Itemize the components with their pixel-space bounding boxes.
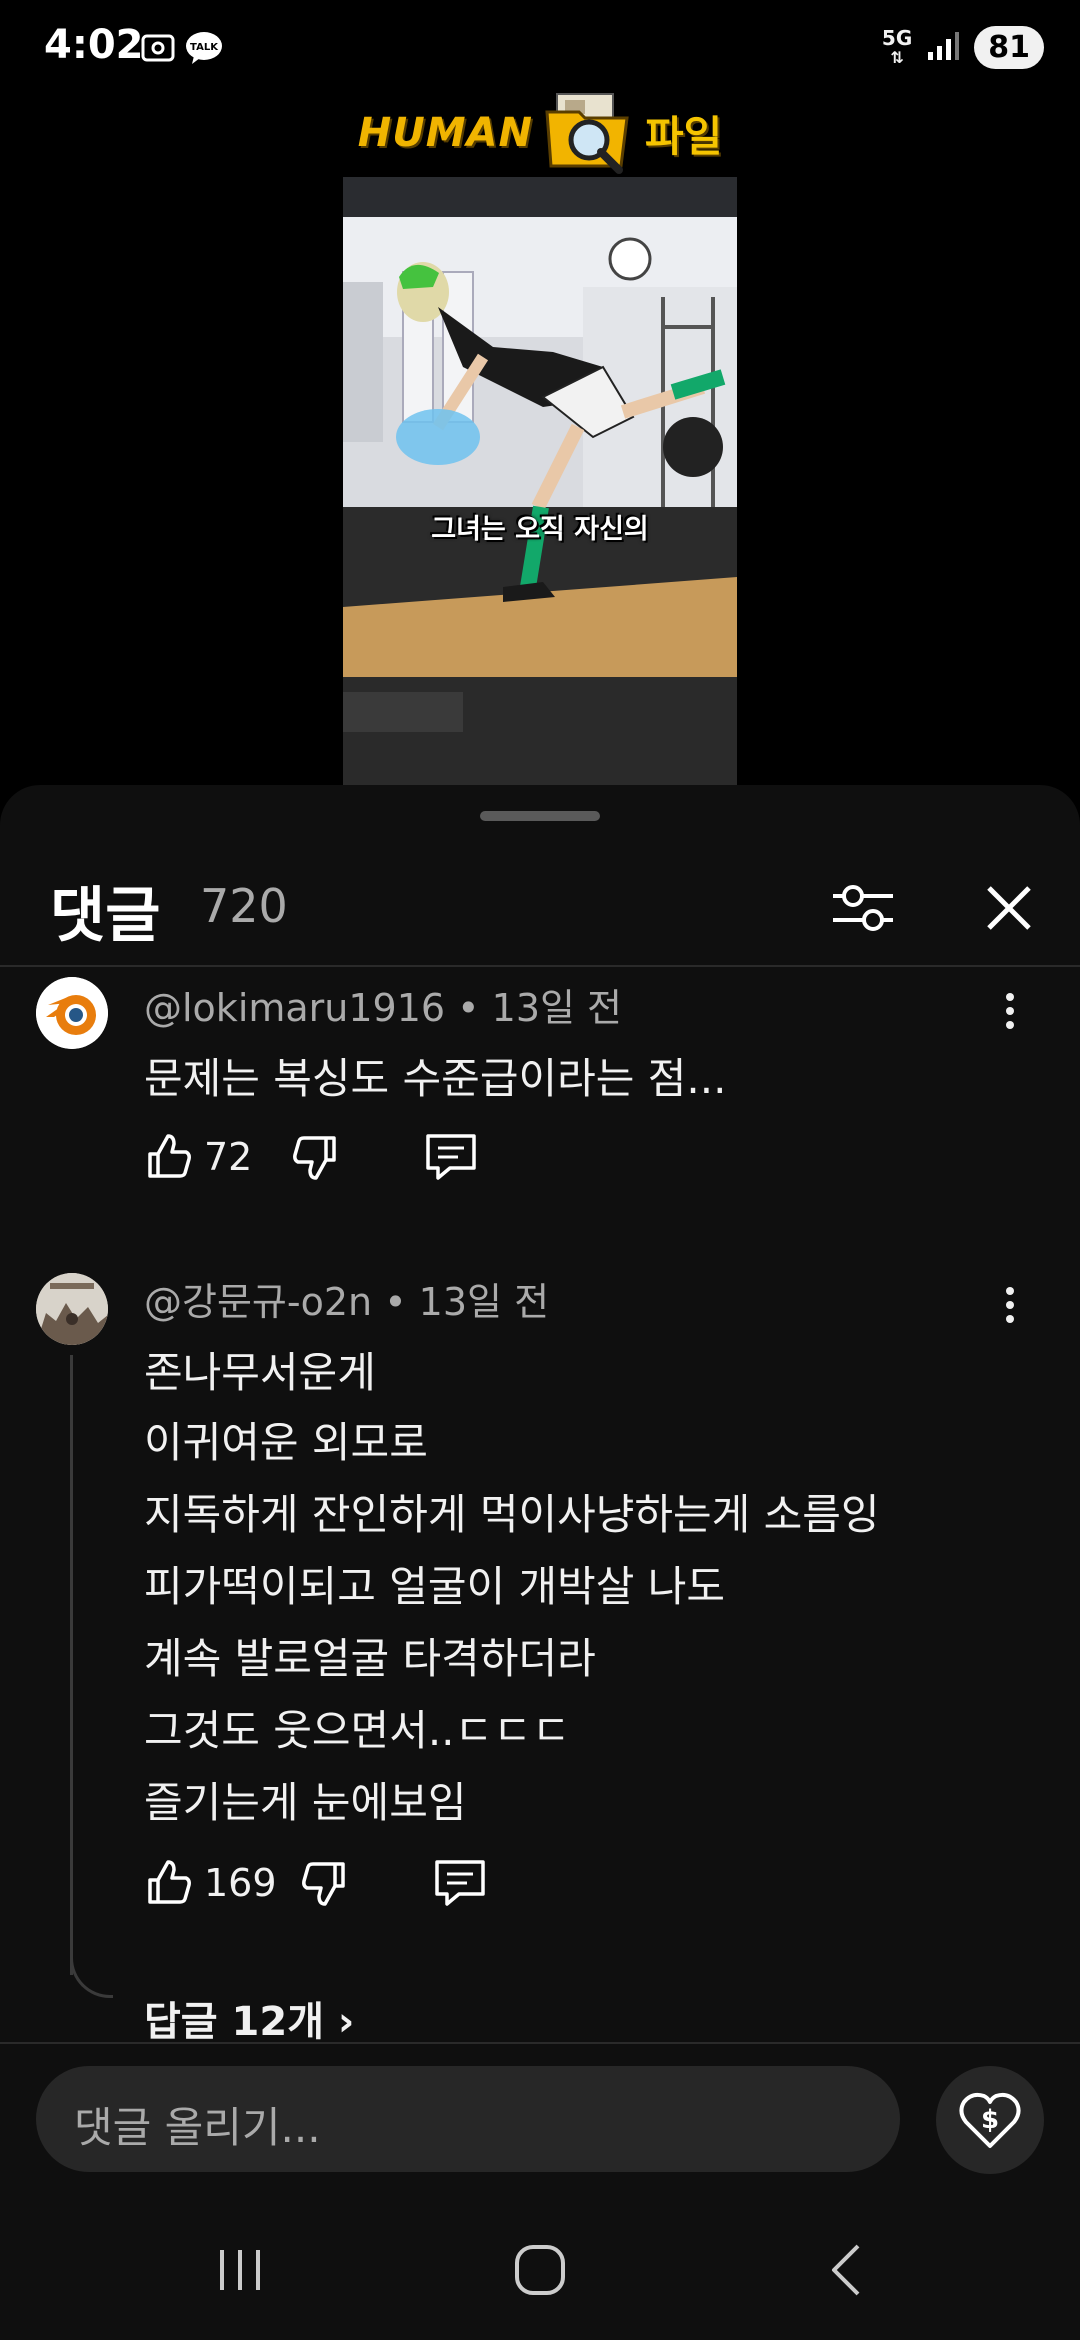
sliders-icon <box>833 885 893 931</box>
comment-item: @lokimaru1916 • 13일 전 문제는 복싱도 수준급이라는 점..… <box>0 967 1080 1267</box>
thread-curve <box>70 1955 113 1998</box>
home-icon <box>515 2245 565 2295</box>
network-5g-icon: 5G ⇅ <box>881 25 913 67</box>
comment-text-line: 문제는 복싱도 수준급이라는 점... <box>144 1054 727 1103</box>
comment-meta: @강문규-o2n • 13일 전 <box>144 1271 549 1326</box>
comments-header: 댓글 720 <box>0 845 1080 967</box>
kakaotalk-icon: TALK <box>184 30 224 70</box>
comment-actions: 72 <box>144 1127 478 1187</box>
comments-sheet: 댓글 720 @lokimaru1916 • 13일 전 문제는 복싱도 수준급… <box>0 785 1080 2340</box>
comment-actions: 169 <box>144 1853 487 1913</box>
comment-time: • 13일 전 <box>445 986 623 1030</box>
comments-list[interactable]: @lokimaru1916 • 13일 전 문제는 복싱도 수준급이라는 점..… <box>0 967 1080 2042</box>
drag-handle[interactable] <box>480 811 600 821</box>
like-count: 169 <box>204 1861 277 1905</box>
comment-composer: 댓글 올리기... $ <box>0 2042 1080 2224</box>
heart-dollar-icon: $ <box>959 2092 1021 2148</box>
svg-text:TALK: TALK <box>190 42 219 53</box>
magnifier-folder-icon <box>543 88 635 178</box>
comment-author[interactable]: @강문규-o2n <box>144 1280 372 1324</box>
video-player[interactable]: 그녀는 오직 자신의 <box>343 177 737 785</box>
comment-item: @강문규-o2n • 13일 전 존나무서운게 이귀여운 외모로 지독하게 잔인… <box>0 1267 1080 2042</box>
comments-count: 720 <box>200 879 288 933</box>
like-count: 72 <box>204 1135 253 1179</box>
comment-text-line: 존나무서운게 <box>144 1348 376 1397</box>
reply-button[interactable] <box>424 1132 478 1182</box>
video-caption: 그녀는 오직 자신의 <box>431 514 649 545</box>
status-right: 5G ⇅ 81 <box>882 26 1044 69</box>
banner-left-text: HUMAN <box>357 110 533 156</box>
banner-right-text: 파일 <box>644 111 723 161</box>
svg-text:$: $ <box>981 2105 999 2135</box>
like-button[interactable]: 72 <box>144 1132 252 1182</box>
comment-input-placeholder: 댓글 올리기... <box>74 2103 321 2152</box>
thumbs-up-icon <box>148 1860 191 1904</box>
comment-text-line: 즐기는게 눈에보임 <box>144 1778 467 1827</box>
comment-input[interactable]: 댓글 올리기... <box>36 2066 900 2172</box>
dislike-button[interactable] <box>290 1132 340 1182</box>
thumbs-up-icon <box>148 1134 191 1178</box>
channel-banner: HUMAN 파일 <box>350 88 730 178</box>
comment-time: • 13일 전 <box>372 1280 550 1324</box>
comment-author[interactable]: @lokimaru1916 <box>144 986 445 1030</box>
like-button[interactable]: 169 <box>144 1858 277 1908</box>
recents-icon <box>220 2250 260 2290</box>
comment-text-line: 이귀여운 외모로 <box>144 1418 428 1467</box>
comment-more-button[interactable] <box>990 1275 1030 1335</box>
status-bar: 4:02 TALK 5G ⇅ 81 <box>0 0 1080 100</box>
comment-text-line: 계속 발로얼굴 타격하더라 <box>144 1634 596 1683</box>
dislike-button[interactable] <box>299 1858 349 1908</box>
comment-text-line: 지독하게 잔인하게 먹이사냥하는게 소름잉 <box>144 1490 880 1539</box>
thread-line <box>70 1355 73 1975</box>
view-replies-link[interactable]: 답글 12개 › <box>144 1989 354 2042</box>
close-icon <box>987 886 1031 930</box>
comment-meta: @lokimaru1916 • 13일 전 <box>144 977 622 1032</box>
comment-more-button[interactable] <box>990 981 1030 1041</box>
comment-text-line: 피가떡이되고 얼굴이 개박살 나도 <box>144 1562 726 1611</box>
avatar[interactable] <box>36 977 108 1049</box>
reply-button[interactable] <box>433 1858 487 1908</box>
video-frame <box>343 177 737 785</box>
screenshot-icon <box>140 30 176 70</box>
close-button[interactable] <box>964 863 1054 953</box>
reply-icon <box>426 1134 477 1180</box>
battery-indicator: 81 <box>974 26 1044 69</box>
back-button[interactable] <box>786 2230 906 2310</box>
super-thanks-button[interactable]: $ <box>936 2066 1044 2174</box>
recents-button[interactable] <box>180 2230 300 2310</box>
status-time: 4:02 <box>44 22 144 68</box>
comment-text-line: 그것도 웃으면서..ㄷㄷㄷ <box>144 1706 571 1755</box>
thumbs-down-icon <box>293 1136 337 1180</box>
reply-icon <box>434 1860 485 1906</box>
avatar-image <box>36 1273 108 1345</box>
thumbs-down-icon <box>301 1862 345 1906</box>
sort-button[interactable] <box>818 863 908 953</box>
back-icon <box>832 2244 860 2296</box>
system-nav-bar <box>0 2200 1080 2340</box>
signal-icon <box>926 30 960 66</box>
home-button[interactable] <box>480 2230 600 2310</box>
avatar[interactable] <box>36 1273 108 1345</box>
comments-title: 댓글 <box>50 881 161 951</box>
blender-logo-icon <box>36 977 108 1049</box>
